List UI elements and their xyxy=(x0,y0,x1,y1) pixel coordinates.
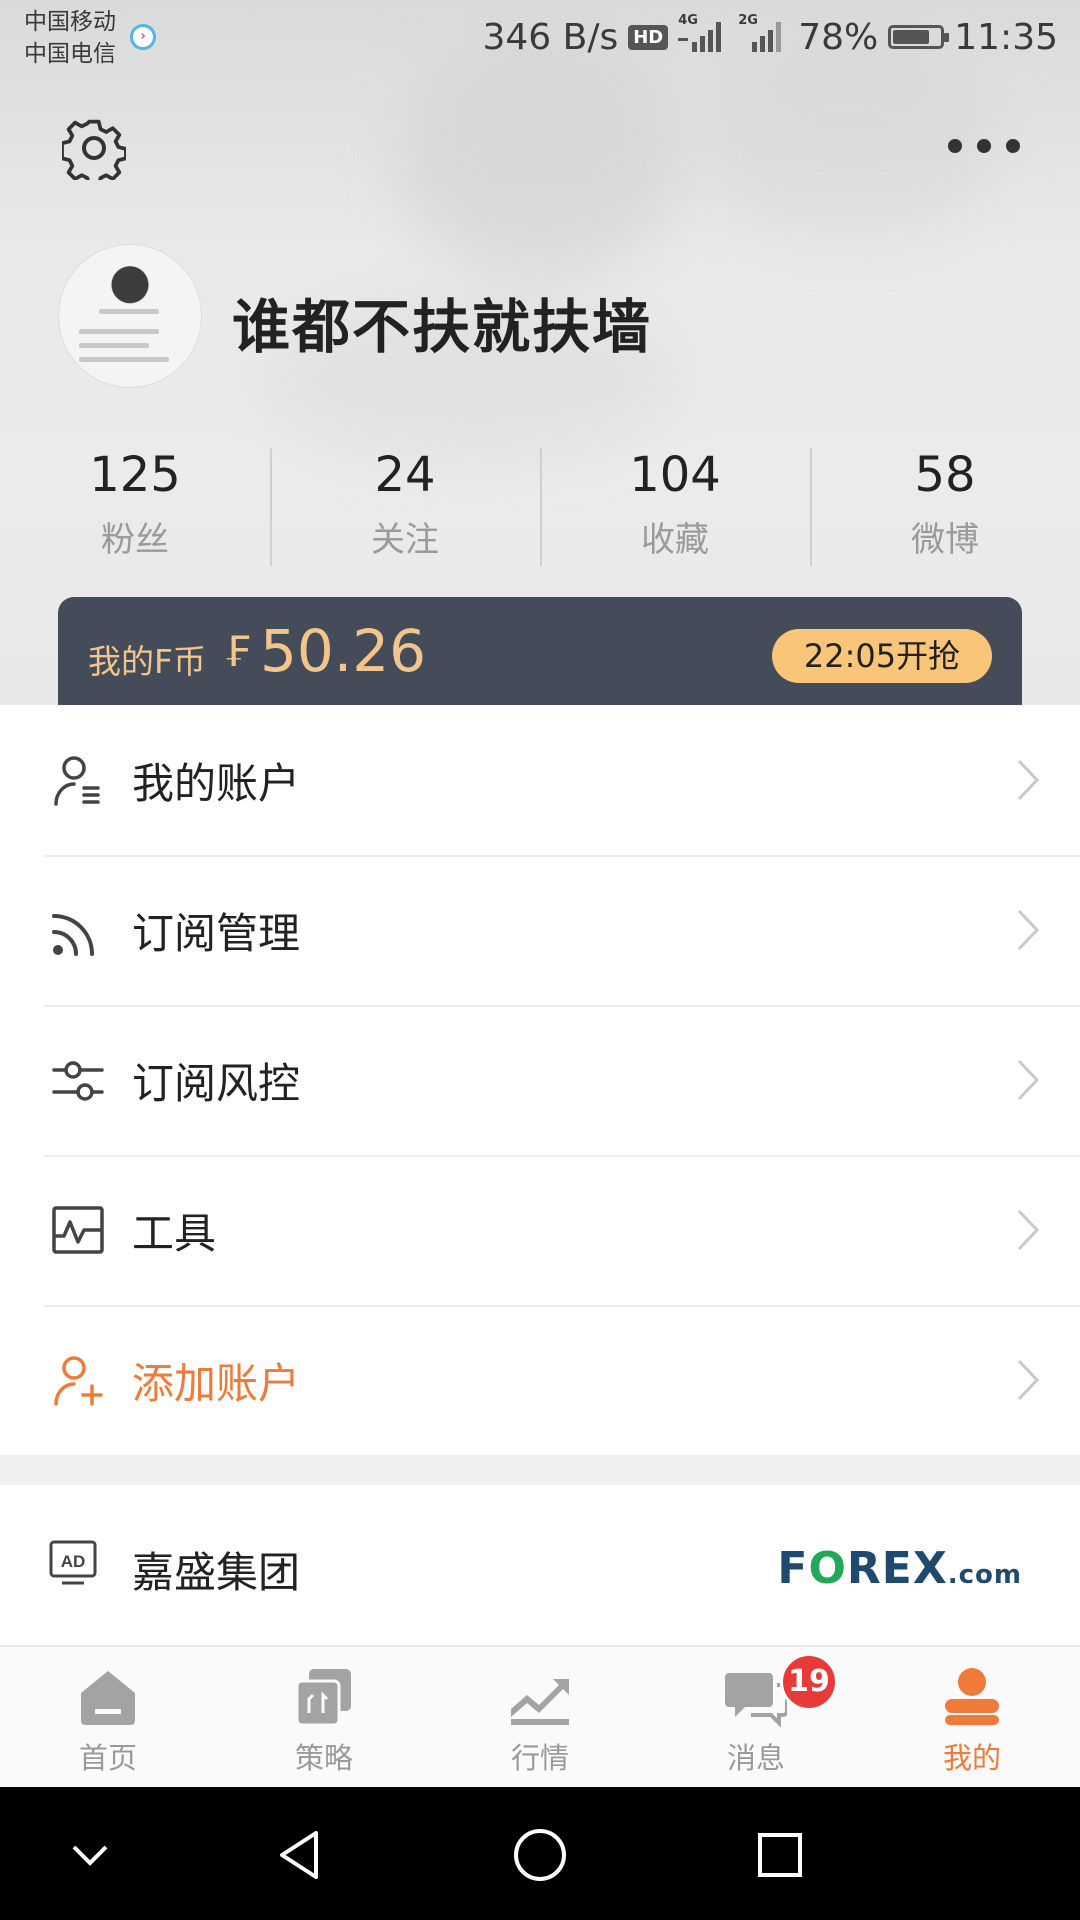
tab-label: 我的 xyxy=(942,1741,1001,1775)
system-navigation-bar xyxy=(0,1787,1080,1920)
rss-icon xyxy=(52,914,94,956)
chevron-down-icon[interactable] xyxy=(60,1825,120,1885)
stat-value: 58 xyxy=(914,447,976,503)
signal-4g-icon: 4G xyxy=(678,13,728,57)
menu-label: 工具 xyxy=(132,1208,217,1258)
tab-market[interactable]: 行情 xyxy=(432,1647,648,1789)
carrier-labels: 中国移动 中国电信 xyxy=(24,6,116,70)
strategy-icon xyxy=(295,1669,351,1727)
ad-icon: AD xyxy=(49,1540,97,1585)
section-divider xyxy=(0,1455,1080,1485)
menu-label: 添加账户 xyxy=(132,1358,301,1408)
chevron-right-icon xyxy=(1017,1359,1040,1401)
tab-messages[interactable]: 19 消息 xyxy=(648,1647,864,1789)
recents-square-icon[interactable] xyxy=(750,1825,810,1885)
avatar[interactable] xyxy=(58,244,202,388)
menu-label: 订阅管理 xyxy=(132,908,301,958)
svg-text:AD: AD xyxy=(61,1552,86,1571)
ad-banner[interactable]: AD 嘉盛集团 FOREX.com xyxy=(0,1485,1080,1645)
stat-label: 收藏 xyxy=(641,520,709,560)
settings-gear-icon[interactable] xyxy=(62,116,126,180)
tab-strategy[interactable]: 策略 xyxy=(216,1647,432,1789)
add-user-icon xyxy=(54,1356,103,1406)
menu-item-add-account[interactable]: 添加账户 xyxy=(0,1305,1080,1455)
market-icon xyxy=(511,1679,569,1725)
stat-value: 125 xyxy=(89,447,181,503)
status-indicators: 346 B/s HD 4G 2G 78% 11:35 xyxy=(482,13,1058,60)
hd-badge: HD xyxy=(628,24,669,50)
stat-label: 微博 xyxy=(911,520,979,560)
bottom-tab-bar: 首页 策略 行情 19 消息 我的 xyxy=(0,1645,1080,1789)
menu-item-subscription-risk-control[interactable]: 订阅风控 xyxy=(0,1005,1080,1155)
clock: 11:35 xyxy=(954,16,1058,58)
more-options-icon[interactable] xyxy=(948,136,1020,156)
battery-percent: 78% xyxy=(798,16,879,58)
tab-label: 策略 xyxy=(294,1741,353,1775)
unread-badge: 19 xyxy=(780,1653,838,1711)
carrier-1: 中国移动 xyxy=(24,9,116,35)
stat-fans[interactable]: 125 粉丝 xyxy=(0,440,270,570)
tab-profile[interactable]: 我的 xyxy=(864,1647,1080,1789)
user-list-icon xyxy=(54,756,100,806)
chart-pulse-icon xyxy=(52,1206,104,1254)
home-icon xyxy=(81,1671,135,1725)
stat-label: 粉丝 xyxy=(101,520,169,560)
profile-stats: 125 粉丝 24 关注 104 收藏 58 微博 xyxy=(0,440,1080,570)
grab-coin-button[interactable]: 22:05开抢 xyxy=(772,629,992,683)
tab-home[interactable]: 首页 xyxy=(0,1647,216,1789)
coin-label: 我的F币 xyxy=(88,642,206,681)
chevron-right-icon xyxy=(1017,1209,1040,1251)
menu-item-tools[interactable]: 工具 xyxy=(0,1155,1080,1305)
menu-item-subscription-management[interactable]: 订阅管理 xyxy=(0,855,1080,1005)
tab-label: 首页 xyxy=(78,1741,137,1775)
home-circle-icon[interactable] xyxy=(510,1825,570,1885)
coin-balance: 50.26 xyxy=(260,617,427,685)
menu-label: 我的账户 xyxy=(132,758,301,808)
stat-weibo[interactable]: 58 微博 xyxy=(810,440,1080,570)
stat-value: 24 xyxy=(374,447,436,503)
app-notification-icon: › xyxy=(130,24,156,50)
profile-icon xyxy=(945,1668,999,1725)
stat-favorites[interactable]: 104 收藏 xyxy=(540,440,810,570)
stat-label: 关注 xyxy=(371,520,439,560)
ad-label: 嘉盛集团 xyxy=(132,1548,301,1597)
chevron-right-icon xyxy=(1017,759,1040,801)
tab-label: 消息 xyxy=(726,1741,785,1775)
message-icon xyxy=(725,1673,787,1727)
stat-following[interactable]: 24 关注 xyxy=(270,440,540,570)
username: 谁都不扶就扶墙 xyxy=(232,293,653,361)
status-bar: 中国移动 中国电信 › 346 B/s HD 4G 2G 78% 11:35 xyxy=(0,0,1080,78)
f-coin-card[interactable]: 我的F币 ₣ 50.26 22:05开抢 xyxy=(58,597,1022,705)
menu-label: 订阅风控 xyxy=(132,1058,301,1108)
signal-2g-icon: 2G xyxy=(738,13,788,57)
menu-list: 我的账户 订阅管理 订阅风控 工具 添加账户 xyxy=(0,705,1080,1455)
net-speed: 346 B/s xyxy=(482,16,619,58)
chevron-right-icon xyxy=(1017,1059,1040,1101)
menu-item-my-account[interactable]: 我的账户 xyxy=(0,705,1080,855)
sliders-icon xyxy=(52,1061,104,1101)
back-triangle-icon[interactable] xyxy=(270,1825,330,1885)
stat-value: 104 xyxy=(629,447,721,503)
carrier-2: 中国电信 xyxy=(24,41,116,67)
battery-icon xyxy=(888,25,950,49)
chevron-right-icon xyxy=(1017,909,1040,951)
coin-symbol: ₣ xyxy=(224,627,251,676)
tab-label: 行情 xyxy=(510,1741,569,1775)
forex-logo: FOREX.com xyxy=(777,1543,1022,1594)
